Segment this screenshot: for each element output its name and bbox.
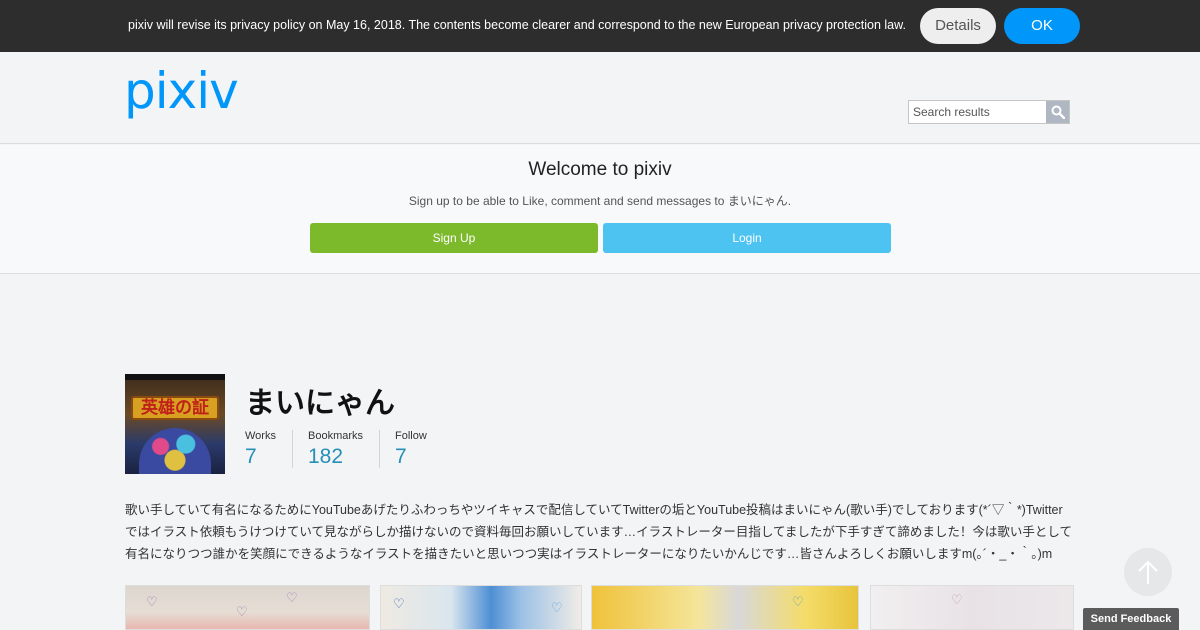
send-feedback-button[interactable]: Send Feedback [1083,608,1179,630]
site-header: pixiv [0,52,1200,144]
heart-doodle-icon: ♡ [551,600,563,615]
stat-follow-value: 7 [395,445,407,468]
stat-follow[interactable]: Follow 7 [395,430,427,468]
pixiv-logo[interactable]: pixiv [124,66,239,116]
heart-doodle-icon: ♡ [393,596,405,611]
heart-doodle-icon: ♡ [792,594,804,609]
arrow-up-icon [1138,560,1158,584]
search-input[interactable] [909,101,1047,123]
stat-bookmarks-value: 182 [308,445,344,468]
details-button[interactable]: Details [920,8,996,44]
stat-works-label: Works [245,430,276,442]
work-thumbnail-1[interactable]: ♡ ♡ ♡ [125,585,370,630]
ok-button[interactable]: OK [1004,8,1080,44]
avatar-banner-text: 英雄の証 [131,396,219,420]
privacy-notice-text: pixiv will revise its privacy policy on … [128,18,906,32]
heart-doodle-icon: ♡ [146,594,158,609]
work-thumbnail-4[interactable]: ♡ [870,585,1074,630]
scroll-to-top-button[interactable] [1124,548,1172,596]
heart-doodle-icon: ♡ [286,590,298,605]
search-button[interactable] [1046,101,1069,123]
welcome-title: Welcome to pixiv [528,159,672,180]
signup-button[interactable]: Sign Up [310,223,598,253]
work-thumbnail-2[interactable]: ♡ ♡ [380,585,582,630]
stat-follow-label: Follow [395,430,427,442]
login-button[interactable]: Login [603,223,891,253]
heart-doodle-icon: ♡ [236,604,248,619]
avatar[interactable]: 英雄の証 [125,374,225,474]
welcome-panel: Welcome to pixiv Sign up to be able to L… [0,145,1200,274]
avatar-status-bar [125,374,225,380]
stat-bookmarks[interactable]: Bookmarks 182 [308,430,363,468]
profile-bio: 歌い手していて有名になるためにYouTubeあげたりふわっちやツイキャスで配信し… [125,503,1073,561]
avatar-gems-art [139,428,211,474]
stat-divider [292,430,293,468]
work-thumbnail-3[interactable]: ♡ [591,585,859,630]
stat-works-value: 7 [245,445,257,468]
welcome-subtitle: Sign up to be able to Like, comment and … [408,194,792,208]
stat-divider [379,430,380,468]
stat-bookmarks-label: Bookmarks [308,430,364,442]
privacy-notice-bar: pixiv will revise its privacy policy on … [0,0,1200,52]
search-icon [1051,105,1065,119]
stat-works[interactable]: Works 7 [245,430,276,468]
search-box [908,100,1070,124]
heart-doodle-icon: ♡ [951,592,963,607]
profile-username: まいにゃん [245,386,395,421]
